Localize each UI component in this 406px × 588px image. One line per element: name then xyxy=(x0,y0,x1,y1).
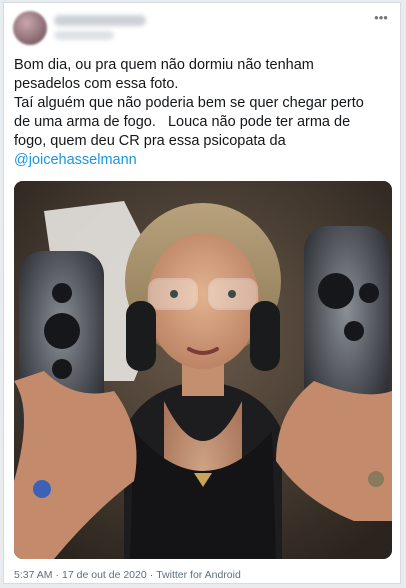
avatar[interactable] xyxy=(13,11,47,45)
photo-illustration xyxy=(14,181,392,559)
tweet-source[interactable]: Twitter for Android xyxy=(156,569,241,581)
mention-link[interactable]: @joicehasselmann xyxy=(14,152,137,168)
tweet-meta: 5:37 AM · 17 de out de 2020 · Twitter for An… xyxy=(14,569,241,581)
tweet-text-line: pesadelos com essa foto. xyxy=(14,76,179,92)
tweet-time[interactable]: 5:37 AM xyxy=(14,569,53,581)
tweet-text-line: Bom dia, ou pra quem não dormiu não tenh… xyxy=(14,57,314,73)
meta-separator: · xyxy=(149,569,154,581)
author-handle-blurred[interactable] xyxy=(54,31,114,40)
tweet-text-line: de uma arma de fogo. Louca não pode ter … xyxy=(14,114,351,130)
meta-separator: · xyxy=(55,569,60,581)
tweet-photo[interactable] xyxy=(14,181,392,559)
tweet-text-line: fogo, quem deu CR pra essa psicopata da xyxy=(14,133,286,149)
more-dots-icon[interactable]: ••• xyxy=(372,11,390,25)
tweet-text: Bom dia, ou pra quem não dormiu não tenh… xyxy=(14,56,394,170)
tweet-card: ••• Bom dia, ou pra quem não dormiu não … xyxy=(3,2,401,584)
tweet-date[interactable]: 17 de out de 2020 xyxy=(62,569,147,581)
tweet-text-line: Taí alguém que não poderia bem se quer c… xyxy=(14,95,364,111)
author-name-blurred[interactable] xyxy=(54,15,146,26)
